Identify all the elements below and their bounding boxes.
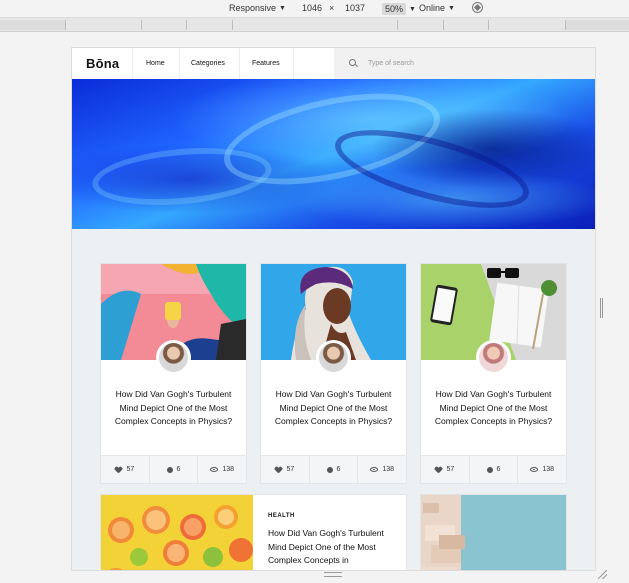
- heart-icon: [275, 467, 282, 473]
- post-category[interactable]: HEALTH: [268, 513, 295, 519]
- author-avatar[interactable]: [156, 340, 191, 375]
- post-stats: 57 6 138: [421, 455, 566, 483]
- comments-stat[interactable]: 6: [470, 456, 519, 483]
- throttle-select[interactable]: Online ▼: [419, 3, 455, 13]
- post-title[interactable]: How Did Van Gogh's Turbulent Mind Depict…: [268, 527, 393, 568]
- post-image[interactable]: [421, 495, 566, 570]
- likes-stat[interactable]: 57: [101, 456, 150, 483]
- nav-categories[interactable]: Categories: [179, 48, 239, 79]
- comments-stat[interactable]: 6: [150, 456, 199, 483]
- ruler-tick: [397, 20, 398, 30]
- chevron-down-icon: ▼: [409, 5, 416, 13]
- chevron-down-icon: ▼: [448, 4, 455, 12]
- comments-stat[interactable]: 6: [310, 456, 359, 483]
- post-title[interactable]: How Did Van Gogh's Turbulent Mind Depict…: [113, 388, 234, 429]
- post-image[interactable]: [101, 495, 253, 570]
- search-icon: [349, 59, 356, 66]
- viewport-resize-handle[interactable]: [324, 572, 342, 577]
- views-count: 138: [382, 466, 395, 473]
- dimension-separator: ×: [329, 3, 335, 13]
- avatar: [319, 343, 348, 372]
- author-avatar[interactable]: [476, 340, 511, 375]
- views-stat: 138: [198, 456, 246, 483]
- heart-icon: [115, 467, 122, 473]
- hero-swirl: [89, 141, 275, 212]
- height-value: 1037: [345, 3, 366, 13]
- chevron-down-icon: ▼: [279, 4, 286, 12]
- viewport-corner-resize-handle[interactable]: [598, 570, 607, 579]
- heart-icon: [435, 467, 442, 473]
- comments-count: 6: [336, 466, 341, 473]
- post-image-art: [101, 495, 253, 570]
- views-count: 138: [222, 466, 235, 473]
- comments-count: 6: [496, 466, 501, 473]
- ruler-tick: [232, 20, 233, 30]
- eye-icon: [530, 467, 539, 472]
- comment-icon: [326, 466, 333, 473]
- eye-icon: [210, 467, 219, 472]
- views-count: 138: [542, 466, 555, 473]
- post-card[interactable]: How Did Van Gogh's Turbulent Mind Depict…: [101, 264, 246, 483]
- comment-icon: [486, 466, 493, 473]
- rotate-icon[interactable]: [472, 2, 483, 13]
- search-input[interactable]: Type of search: [368, 60, 414, 67]
- ruler-segment[interactable]: [0, 20, 65, 30]
- likes-count: 57: [126, 466, 135, 473]
- likes-stat[interactable]: 57: [421, 456, 470, 483]
- width-input[interactable]: 1046: [302, 3, 322, 13]
- likes-stat[interactable]: 57: [261, 456, 310, 483]
- post-stats: 57 6 138: [261, 455, 406, 483]
- avatar: [159, 343, 188, 372]
- post-title[interactable]: How Did Van Gogh's Turbulent Mind Depict…: [273, 388, 394, 429]
- height-input[interactable]: 1037: [345, 3, 365, 13]
- views-stat: 138: [358, 456, 406, 483]
- search-bar[interactable]: Type of search: [334, 48, 595, 79]
- ruler-tick: [443, 20, 444, 30]
- ruler-tick: [141, 20, 142, 30]
- site-navbar: Bōna Home Categories Features Type of se…: [72, 48, 595, 79]
- device-select[interactable]: Responsive ▼: [229, 3, 286, 13]
- ruler-tick: [488, 20, 489, 30]
- throttle-value: Online: [419, 3, 446, 13]
- post-card[interactable]: [421, 495, 566, 570]
- comment-icon: [166, 466, 173, 473]
- post-title[interactable]: How Did Van Gogh's Turbulent Mind Depict…: [433, 388, 554, 429]
- ruler-tick: [65, 20, 66, 30]
- post-image-art: [421, 495, 566, 570]
- post-stats: 57 6 138: [101, 455, 246, 483]
- featured-post-card[interactable]: HEALTH How Did Van Gogh's Turbulent Mind…: [101, 495, 406, 570]
- eye-icon: [370, 467, 379, 472]
- nav-features[interactable]: Features: [239, 48, 294, 79]
- comments-count: 6: [176, 466, 181, 473]
- device-label: Responsive: [229, 3, 277, 13]
- nav-home[interactable]: Home: [132, 48, 179, 79]
- devtools-toolbar: Responsive ▼ 1046 × 1037 50% ▼ Online ▼: [0, 0, 629, 18]
- avatar: [479, 343, 508, 372]
- ruler-segment[interactable]: [566, 20, 629, 30]
- viewport-resize-handle[interactable]: [600, 298, 603, 318]
- site-logo[interactable]: Bōna: [86, 56, 119, 71]
- likes-count: 57: [286, 466, 295, 473]
- width-value: 1046: [302, 3, 323, 13]
- device-viewport: Bōna Home Categories Features Type of se…: [72, 48, 595, 570]
- author-avatar[interactable]: [316, 340, 351, 375]
- post-card[interactable]: How Did Van Gogh's Turbulent Mind Depict…: [421, 264, 566, 483]
- ruler-tick: [186, 20, 187, 30]
- post-card[interactable]: How Did Van Gogh's Turbulent Mind Depict…: [261, 264, 406, 483]
- likes-count: 57: [446, 466, 455, 473]
- zoom-select[interactable]: 50% ▼: [382, 3, 416, 15]
- zoom-value: 50%: [382, 3, 407, 15]
- views-stat: 138: [518, 456, 566, 483]
- media-query-ruler: [0, 18, 629, 32]
- hero-image: [72, 79, 595, 229]
